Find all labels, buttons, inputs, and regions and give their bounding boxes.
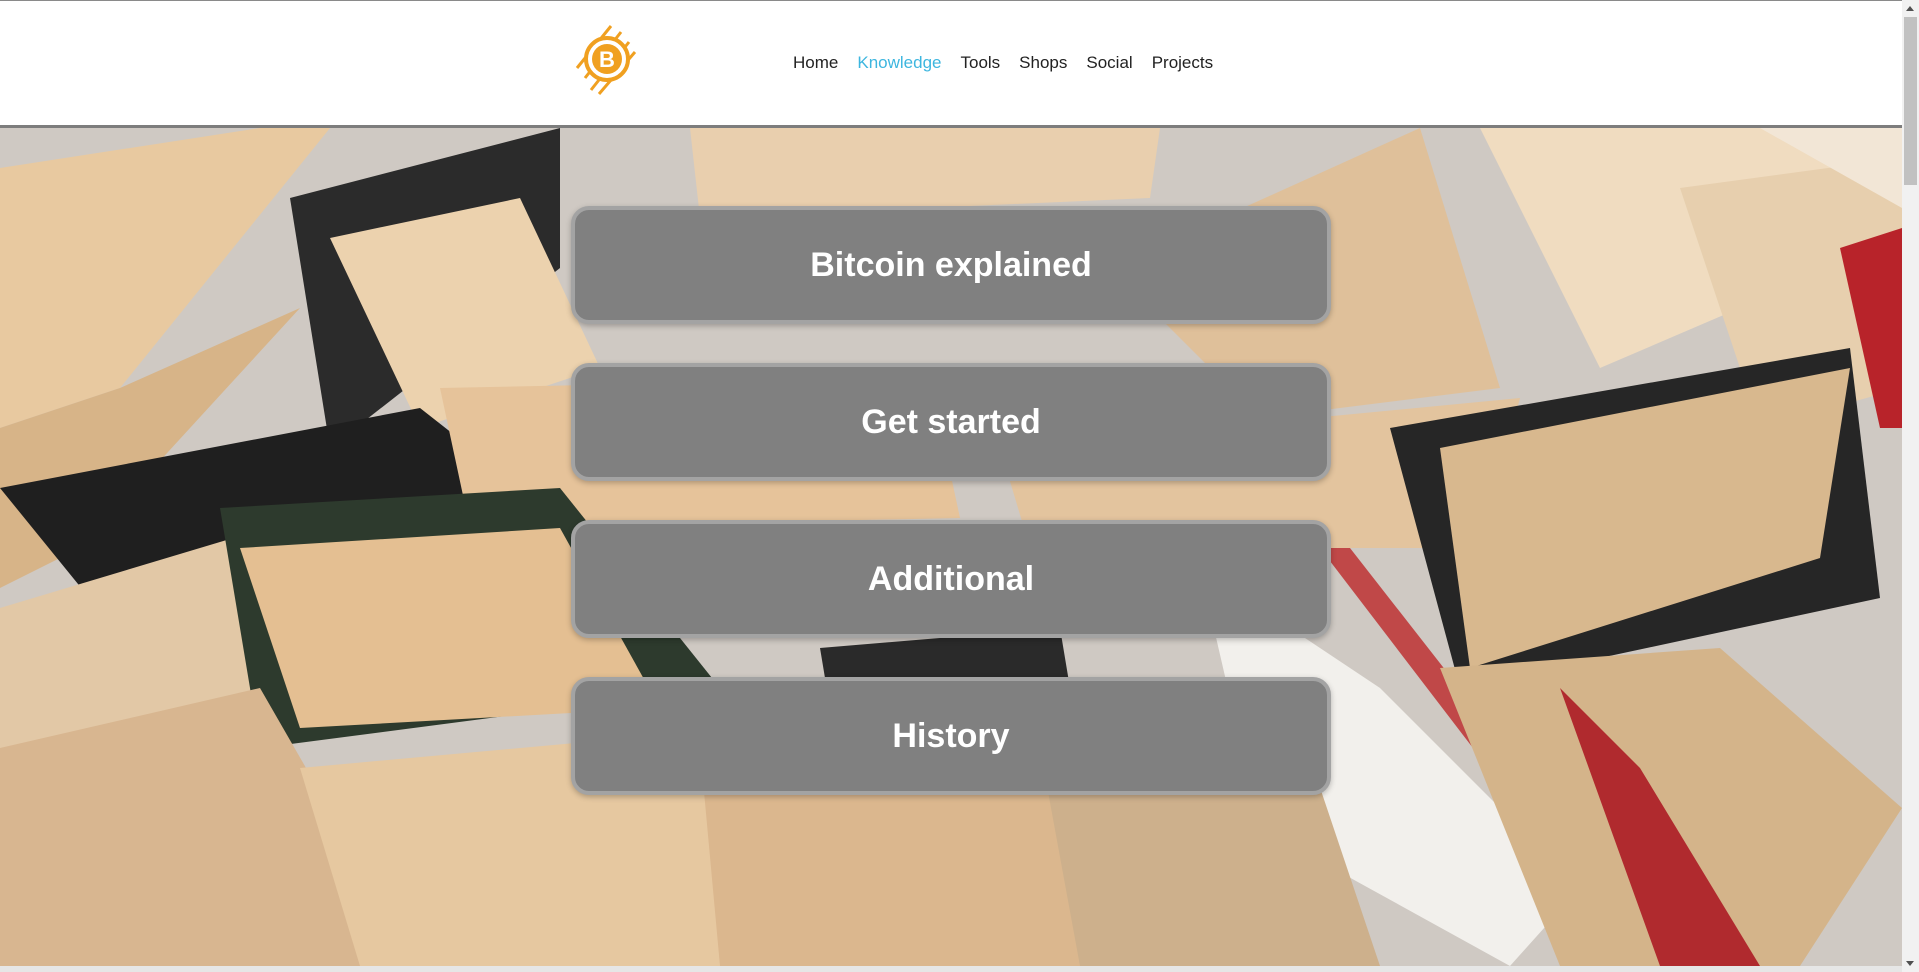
bitcoin-explained-button[interactable]: Bitcoin explained — [571, 206, 1331, 324]
get-started-button[interactable]: Get started — [571, 363, 1331, 481]
bitcoin-logo-icon[interactable]: B — [571, 20, 641, 99]
hero-section: Bitcoin explained Get started Additional… — [0, 128, 1902, 966]
nav-knowledge[interactable]: Knowledge — [857, 51, 941, 75]
nav-tools[interactable]: Tools — [960, 51, 1000, 75]
nav-shops[interactable]: Shops — [1019, 51, 1067, 75]
main-nav: Home Knowledge Tools Shops Social Projec… — [793, 51, 1232, 75]
knowledge-buttons: Bitcoin explained Get started Additional… — [571, 206, 1331, 834]
vertical-scrollbar[interactable] — [1902, 0, 1919, 972]
nav-home[interactable]: Home — [793, 51, 838, 75]
svg-text:B: B — [599, 47, 615, 72]
site-header: B Home Knowledge Tools Shops Social Proj… — [0, 1, 1902, 125]
scroll-up-icon[interactable] — [1906, 6, 1914, 11]
additional-button[interactable]: Additional — [571, 520, 1331, 638]
history-button[interactable]: History — [571, 677, 1331, 795]
nav-social[interactable]: Social — [1086, 51, 1132, 75]
scroll-down-icon[interactable] — [1906, 961, 1914, 966]
scrollbar-thumb[interactable] — [1904, 17, 1917, 185]
nav-projects[interactable]: Projects — [1152, 51, 1213, 75]
horizontal-scrollbar[interactable] — [0, 966, 1902, 972]
